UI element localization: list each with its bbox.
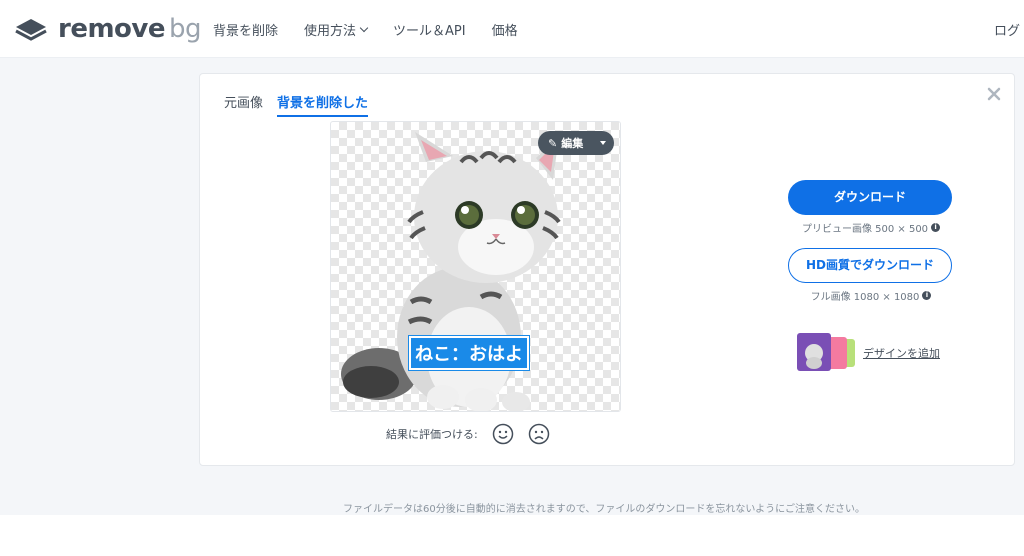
close-icon[interactable]: [986, 86, 1002, 102]
main-nav: 背景を削除 使用方法 ツール＆API 価格: [213, 20, 544, 39]
caret-down-icon: [600, 141, 606, 145]
edit-button[interactable]: ✎ 編集: [538, 131, 614, 155]
nav-pricing[interactable]: 価格: [492, 20, 518, 39]
full-size-info: フル画像 1080 × 1080 i: [788, 288, 954, 303]
logo[interactable]: remove bg: [14, 14, 202, 44]
chevron-down-icon: [359, 23, 369, 33]
hd-download-button[interactable]: HD画質でダウンロード: [788, 248, 952, 283]
frown-icon[interactable]: [528, 423, 550, 445]
download-panel: ダウンロード プリビュー画像 500 × 500 i HD画質でダウンロード フル…: [788, 180, 954, 303]
page-bottom: [0, 515, 1024, 556]
nav-how-to-use[interactable]: 使用方法: [304, 20, 369, 39]
footer-note: ファイルデータは60分後に自動的に消去されますので、ファイルのダウンロードを忘れ…: [343, 504, 865, 515]
design-cards-icon: [797, 333, 855, 371]
brush-icon: ✎: [548, 136, 558, 150]
rating-row: 結果に評価つける:: [386, 423, 550, 445]
download-button[interactable]: ダウンロード: [788, 180, 952, 215]
top-header: remove bg 背景を削除 使用方法 ツール＆API 価格 ログ: [0, 0, 1024, 58]
login-link[interactable]: ログ: [994, 20, 1020, 39]
layers-logo-icon: [15, 19, 47, 41]
edit-label: 編集: [561, 137, 584, 150]
logo-text: remove bg: [58, 14, 202, 44]
preview-size-info: プリビュー画像 500 × 500 i: [788, 220, 954, 235]
result-preview[interactable]: ねこ：おはよ ✎ 編集: [330, 121, 621, 412]
info-icon[interactable]: i: [922, 291, 932, 300]
caption-text[interactable]: ねこ：おはよ: [409, 336, 529, 370]
tab-original[interactable]: 元画像: [224, 92, 263, 117]
rating-label: 結果に評価つける:: [386, 428, 478, 441]
nav-remove-bg[interactable]: 背景を削除: [213, 20, 278, 39]
add-design-link[interactable]: デザインを追加: [863, 345, 940, 361]
info-icon[interactable]: i: [931, 223, 941, 232]
nav-tools-api[interactable]: ツール＆API: [393, 20, 466, 39]
image-tabs: 元画像 背景を削除した: [224, 92, 382, 117]
tab-removed-background[interactable]: 背景を削除した: [277, 92, 369, 117]
smile-icon[interactable]: [492, 423, 514, 445]
result-card: 元画像 背景を削除した ねこ：おはよ ✎ 編集 結果に評価つける: ダウンロード…: [199, 73, 1015, 466]
add-design[interactable]: デザインを追加: [797, 333, 940, 373]
